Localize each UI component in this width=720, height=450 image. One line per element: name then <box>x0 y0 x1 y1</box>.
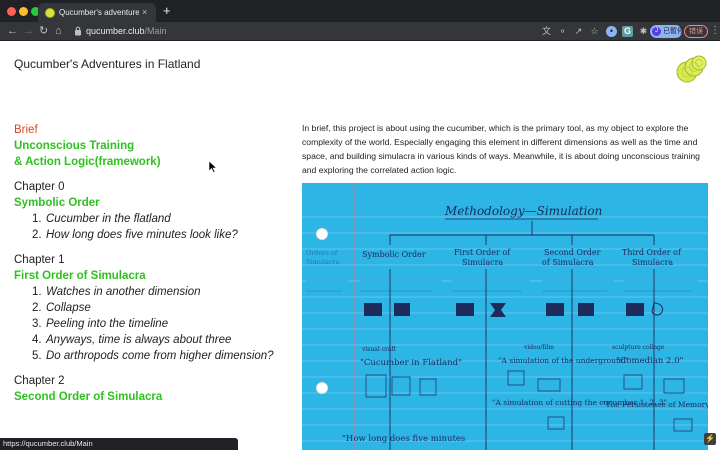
symbolic-order-link[interactable]: Symbolic Order <box>14 195 294 211</box>
chapter-0-label: Chapter 0 <box>14 181 65 193</box>
cucumber-logo-icon[interactable] <box>675 55 707 85</box>
back-arrow-icon[interactable]: ← <box>7 24 18 38</box>
scan-column-3-line1: Second Order <box>544 248 601 257</box>
scan-work-6: "How long does five minutes <box>342 434 465 444</box>
scan-column-3-line2: of Simulacra <box>542 258 594 267</box>
list-item[interactable]: 4. Anyways, time is always about three <box>14 332 294 348</box>
list-item[interactable]: 2. Collapse <box>14 300 294 316</box>
mouse-cursor-icon <box>209 161 217 173</box>
cucumber-favicon-icon <box>45 8 55 18</box>
puzzle-icon[interactable]: ✱ <box>638 26 649 37</box>
list-item[interactable]: 1. Watches in another dimension <box>14 284 294 300</box>
url-host: qucumber.club <box>86 26 145 36</box>
binder-hole <box>316 382 328 394</box>
scan-side-note-2: Simulacra <box>306 258 340 266</box>
scan-label-visual-craft: visual craft <box>361 346 397 353</box>
error-button[interactable]: 错误 <box>684 25 708 38</box>
scan-side-note-1: Orders of <box>306 249 338 257</box>
reload-icon[interactable]: ↻ <box>39 24 48 38</box>
lightning-icon[interactable]: ⚡ <box>704 433 716 445</box>
binder-hole <box>316 228 328 240</box>
eye-slash-icon[interactable]: ⚬ <box>557 26 568 37</box>
close-window-button[interactable] <box>7 7 16 16</box>
home-icon[interactable]: ⌂ <box>55 24 62 38</box>
notebook-drawing: Methodology—Simulation Symbolic Order Fi… <box>302 183 708 450</box>
scan-work-1: "Cucumber in Flatland" <box>360 358 462 368</box>
scan-label-video-film: video/film <box>523 344 554 351</box>
scan-column-2-line1: First Order of <box>454 248 511 257</box>
browser-toolbar: ← → ↻ ⌂ qucumber.club/Main 文 ⚬ ↗ ☆ • G ✱… <box>0 22 720 41</box>
address-bar[interactable]: qucumber.club/Main <box>86 25 167 37</box>
lock-icon[interactable] <box>74 26 82 36</box>
unconscious-training-link[interactable]: Unconscious Training <box>14 138 294 154</box>
scan-heading: Methodology—Simulation <box>444 204 602 218</box>
forward-arrow-icon[interactable]: → <box>23 24 34 38</box>
first-order-link[interactable]: First Order of Simulacra <box>14 268 294 284</box>
tab-close-icon[interactable]: × <box>142 6 147 18</box>
scan-work-2: "A simulation of the underground" <box>498 356 629 365</box>
star-icon[interactable]: ☆ <box>589 26 600 37</box>
translate-icon[interactable]: 文 <box>541 26 552 37</box>
chapter-1-label: Chapter 1 <box>14 254 65 266</box>
scan-work-3: "Comedian 2.0" <box>616 356 684 366</box>
status-bar: https://qucumber.club/Main <box>0 438 238 450</box>
scan-column-4-line2: Simulacra <box>632 258 673 267</box>
site-title: Qucumber's Adventures in Flatland <box>14 57 201 71</box>
new-tab-button[interactable]: + <box>163 4 171 18</box>
scan-label-sculpture: sculpture collage <box>612 344 665 351</box>
browser-tab-bar: Qucumber's adventure in flatl × + <box>0 0 720 22</box>
scan-column-4-line1: Third Order of <box>622 248 682 257</box>
paused-label: 已暫停 <box>663 28 684 35</box>
second-order-link[interactable]: Second Order of Simulacra <box>14 389 294 405</box>
intro-paragraph: In brief, this project is about using th… <box>302 123 700 175</box>
list-item[interactable]: 5. Do arthropods come from higher dimensi… <box>14 348 294 364</box>
scan-work-5: "The Persistence of Memory 2.0" <box>602 400 708 409</box>
minimize-window-button[interactable] <box>19 7 28 16</box>
status-url: https://qucumber.club/Main <box>3 439 93 448</box>
chapter-2-label: Chapter 2 <box>14 375 65 387</box>
action-logic-link[interactable]: & Action Logic(framework) <box>14 154 294 170</box>
menu-icon[interactable]: ⋮ <box>710 24 720 38</box>
tab-title: Qucumber's adventure in flatl <box>59 8 139 17</box>
avatar: J <box>652 27 661 36</box>
table-of-contents: Brief Unconscious Training & Action Logi… <box>14 122 294 405</box>
list-item[interactable]: 2. How long does five minutes look like? <box>14 227 294 243</box>
profile-paused-button[interactable]: J 已暫停 <box>650 25 684 38</box>
methodology-notebook-image: Methodology—Simulation Symbolic Order Fi… <box>302 183 708 450</box>
scan-column-1: Symbolic Order <box>362 250 426 259</box>
browser-tab-active[interactable]: Qucumber's adventure in flatl × <box>38 3 156 22</box>
list-item[interactable]: 3. Peeling into the timeline <box>14 316 294 332</box>
brief-link[interactable]: Brief <box>14 122 294 138</box>
extension-icon[interactable]: • <box>606 26 617 37</box>
url-path: /Main <box>144 26 167 36</box>
extension-g-icon[interactable]: G <box>622 26 633 37</box>
share-icon[interactable]: ↗ <box>573 26 584 37</box>
scan-column-2-line2: Simulacra <box>462 258 503 267</box>
list-item[interactable]: 1. Cucumber in the flatland <box>14 211 294 227</box>
